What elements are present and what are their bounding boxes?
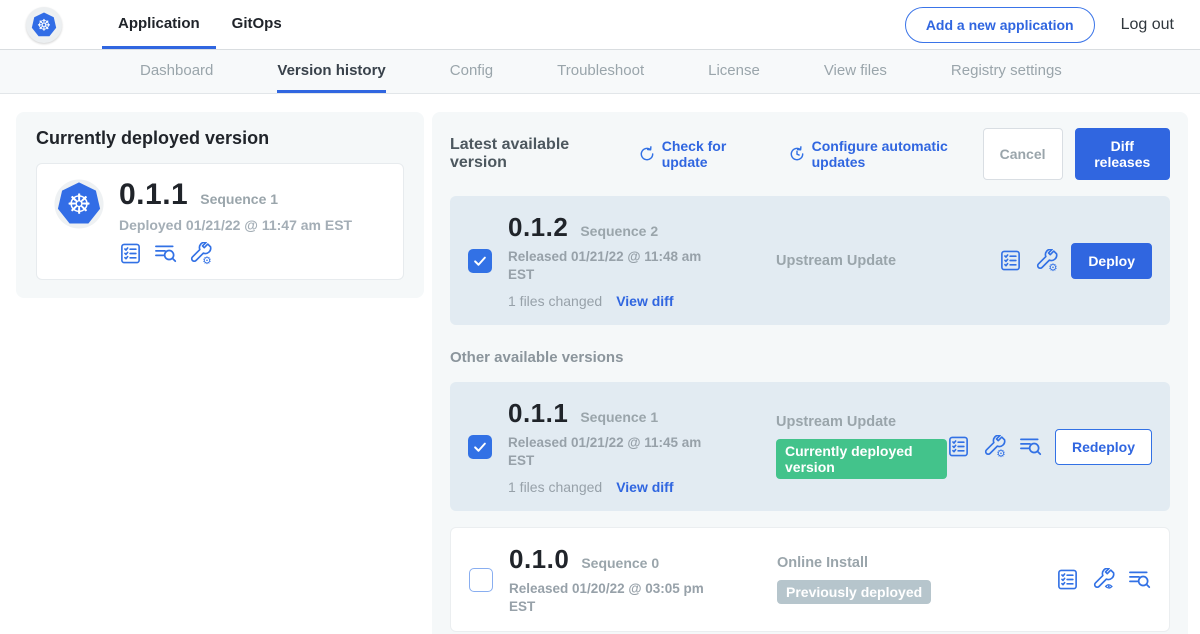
released-timestamp: Released 01/21/22 @ 11:48 am EST [508, 248, 703, 283]
view-files-icon[interactable] [154, 242, 177, 265]
check-for-update-link[interactable]: Check for update [638, 138, 762, 170]
version-sequence: Sequence 0 [581, 555, 659, 571]
version-number: 0.1.1 [508, 398, 568, 429]
release-notes-icon[interactable] [999, 249, 1022, 272]
subnav-tab-dashboard[interactable]: Dashboard [140, 50, 213, 93]
kubernetes-app-icon [53, 178, 105, 230]
subnav-tab-license[interactable]: License [708, 50, 760, 93]
subnav-label: Config [450, 62, 493, 79]
version-checkbox[interactable] [468, 249, 492, 273]
currently-deployed-panel: Currently deployed version 0.1.1 Sequenc… [16, 112, 424, 298]
app-subnav: Dashboard Version history Config Trouble… [0, 50, 1200, 94]
previously-deployed-badge: Previously deployed [777, 580, 931, 604]
tab-application[interactable]: Application [102, 0, 216, 49]
version-checkbox[interactable] [469, 568, 493, 592]
version-number: 0.1.0 [509, 544, 569, 575]
cancel-button[interactable]: Cancel [983, 128, 1063, 180]
subnav-label: Troubleshoot [557, 62, 644, 79]
latest-available-title: Latest available version [450, 136, 612, 172]
deploy-button[interactable]: Deploy [1071, 243, 1152, 279]
tab-gitops[interactable]: GitOps [216, 0, 298, 49]
currently-deployed-badge: Currently deployed version [776, 439, 947, 479]
deployed-version-card: 0.1.1 Sequence 1 Deployed 01/21/22 @ 11:… [36, 163, 404, 280]
redeploy-button[interactable]: Redeploy [1055, 429, 1152, 465]
kubernetes-logo [26, 7, 62, 43]
edit-config-icon[interactable] [189, 242, 212, 265]
check-icon [471, 252, 489, 270]
subnav-tab-version-history[interactable]: Version history [277, 50, 385, 93]
release-notes-icon[interactable] [119, 242, 142, 265]
subnav-tab-registry-settings[interactable]: Registry settings [951, 50, 1062, 93]
subnav-tab-troubleshoot[interactable]: Troubleshoot [557, 50, 644, 93]
version-source: Upstream Update [776, 414, 947, 430]
app-tabs: Application GitOps [102, 0, 298, 49]
subnav-label: View files [824, 62, 887, 79]
edit-config-icon[interactable] [983, 435, 1006, 458]
top-header: Application GitOps Add a new application… [0, 0, 1200, 50]
configure-automatic-updates-link[interactable]: Configure automatic updates [788, 138, 983, 170]
tab-application-label: Application [118, 15, 200, 32]
other-available-versions-title: Other available versions [450, 349, 1170, 366]
view-diff-link[interactable]: View diff [616, 479, 673, 495]
view-config-icon[interactable] [1092, 568, 1115, 591]
version-checkbox[interactable] [468, 435, 492, 459]
latest-available-panel: Latest available version Check for updat… [432, 112, 1188, 634]
view-files-icon[interactable] [1019, 435, 1042, 458]
configure-automatic-updates-label: Configure automatic updates [812, 138, 983, 170]
deployed-version-number: 0.1.1 [119, 178, 188, 212]
released-timestamp: Released 01/20/22 @ 03:05 pm EST [509, 580, 704, 615]
files-changed: 1 files changed [508, 479, 602, 495]
subnav-label: Registry settings [951, 62, 1062, 79]
version-source: Online Install [777, 555, 1056, 571]
subnav-label: Version history [277, 62, 385, 79]
version-row-0-1-1: 0.1.1 Sequence 1 Released 01/21/22 @ 11:… [450, 382, 1170, 511]
clock-refresh-icon [788, 145, 806, 163]
subnav-tab-view-files[interactable]: View files [824, 50, 887, 93]
deployed-timestamp: Deployed 01/21/22 @ 11:47 am EST [119, 217, 352, 233]
subnav-tab-config[interactable]: Config [450, 50, 493, 93]
subnav-label: License [708, 62, 760, 79]
view-files-icon[interactable] [1128, 568, 1151, 591]
add-new-application-button[interactable]: Add a new application [905, 7, 1095, 43]
release-notes-icon[interactable] [1056, 568, 1079, 591]
currently-deployed-title: Currently deployed version [36, 128, 404, 149]
refresh-icon [638, 145, 656, 163]
version-row-0-1-2: 0.1.2 Sequence 2 Released 01/21/22 @ 11:… [450, 196, 1170, 325]
files-changed: 1 files changed [508, 293, 602, 309]
version-sequence: Sequence 2 [580, 223, 658, 239]
check-for-update-label: Check for update [662, 138, 762, 170]
deployed-sequence: Sequence 1 [200, 191, 278, 207]
diff-releases-button[interactable]: Diff releases [1075, 128, 1170, 180]
logout-link[interactable]: Log out [1121, 16, 1174, 34]
edit-config-icon[interactable] [1035, 249, 1058, 272]
released-timestamp: Released 01/21/22 @ 11:45 am EST [508, 434, 703, 469]
check-icon [471, 438, 489, 456]
version-row-0-1-0: 0.1.0 Sequence 0 Released 01/20/22 @ 03:… [450, 527, 1170, 632]
version-source: Upstream Update [776, 253, 999, 269]
view-diff-link[interactable]: View diff [616, 293, 673, 309]
version-number: 0.1.2 [508, 212, 568, 243]
tab-gitops-label: GitOps [232, 15, 282, 32]
version-sequence: Sequence 1 [580, 409, 658, 425]
subnav-label: Dashboard [140, 62, 213, 79]
release-notes-icon[interactable] [947, 435, 970, 458]
